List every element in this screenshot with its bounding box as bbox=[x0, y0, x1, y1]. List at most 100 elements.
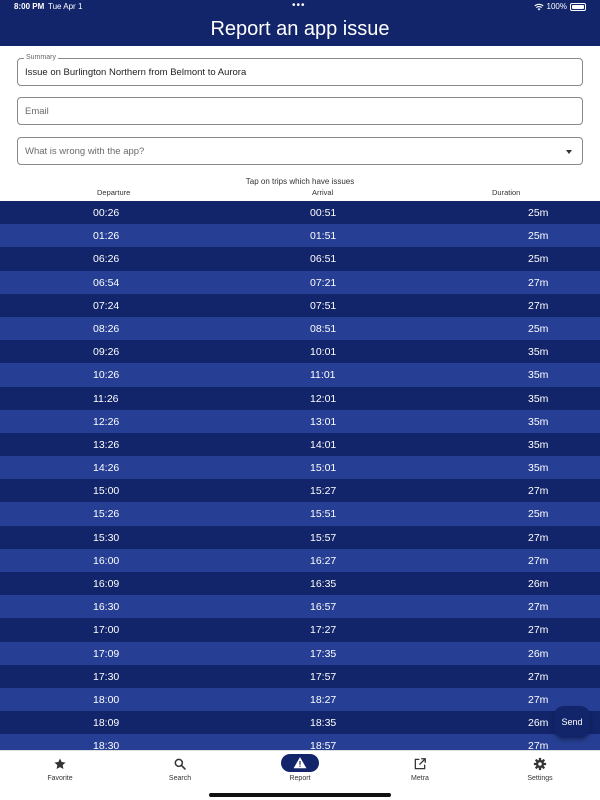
nav-metra-label: Metra bbox=[411, 775, 429, 782]
trip-row[interactable]: 16:09 16:35 26m bbox=[0, 572, 600, 596]
arrival-time: 06:51 bbox=[310, 253, 337, 266]
summary-field[interactable]: Summary Issue on Burlington Northern fro… bbox=[17, 54, 583, 86]
trip-duration: 25m bbox=[528, 508, 549, 521]
gear-icon bbox=[533, 757, 547, 771]
arrival-time: 17:57 bbox=[310, 670, 337, 683]
arrival-time: 15:57 bbox=[310, 531, 337, 544]
summary-value: Issue on Burlington Northern from Belmon… bbox=[25, 67, 247, 78]
trip-duration: 27m bbox=[528, 693, 549, 706]
trip-duration: 27m bbox=[528, 299, 549, 312]
arrival-time: 14:01 bbox=[310, 438, 337, 451]
nav-report-active-indicator bbox=[281, 754, 319, 772]
dropdown-arrow-icon bbox=[566, 150, 572, 154]
departure-time: 16:09 bbox=[93, 578, 120, 590]
arrival-time: 18:35 bbox=[310, 717, 337, 730]
trip-row[interactable]: 17:00 17:27 27m bbox=[0, 618, 600, 642]
departure-time: 08:26 bbox=[93, 322, 120, 335]
trip-row[interactable]: 07:24 07:51 27m bbox=[0, 293, 600, 317]
summary-label: Summary bbox=[24, 54, 58, 61]
trip-row[interactable]: 00:26 00:51 25m bbox=[0, 201, 600, 225]
issue-type-select[interactable]: What is wrong with the app? bbox=[17, 137, 583, 165]
trip-duration: 35m bbox=[528, 438, 549, 451]
trip-row[interactable]: 18:09 18:35 26m bbox=[0, 711, 600, 735]
trip-row[interactable]: 10:26 11:01 35m bbox=[0, 363, 600, 387]
duration-column-header: Duration bbox=[492, 188, 521, 197]
warning-icon bbox=[293, 757, 307, 769]
trip-row[interactable]: 15:00 15:27 27m bbox=[0, 479, 600, 503]
trip-duration: 27m bbox=[528, 531, 549, 544]
trip-row[interactable]: 17:09 17:35 26m bbox=[0, 641, 600, 665]
trip-row[interactable]: 09:26 10:01 35m bbox=[0, 340, 600, 364]
trip-duration: 35m bbox=[528, 462, 549, 475]
arrival-time: 12:01 bbox=[310, 392, 337, 405]
status-date: Tue Apr 1 bbox=[48, 2, 83, 11]
star-icon bbox=[53, 757, 67, 771]
trip-row[interactable]: 15:30 15:57 27m bbox=[0, 525, 600, 549]
multitasking-dots[interactable]: ••• bbox=[292, 0, 306, 11]
departure-time: 18:30 bbox=[93, 740, 120, 750]
page-title: Report an app issue bbox=[210, 18, 390, 40]
trip-duration: 35m bbox=[528, 346, 549, 359]
trips-hint: Tap on trips which have issues bbox=[245, 177, 355, 186]
app-header: 8:00 PM Tue Apr 1 ••• 100% Report an app… bbox=[0, 0, 600, 46]
nav-favorite[interactable]: Favorite bbox=[0, 751, 120, 800]
trip-row[interactable]: 01:26 01:51 25m bbox=[0, 224, 600, 248]
home-indicator bbox=[209, 793, 391, 797]
trip-duration: 27m bbox=[528, 276, 549, 289]
departure-time: 00:26 bbox=[93, 207, 120, 219]
trips-column-headers: Departure Arrival Duration bbox=[0, 188, 600, 200]
departure-time: 07:24 bbox=[93, 299, 120, 312]
departure-time: 14:26 bbox=[93, 462, 120, 475]
status-indicators: 100% bbox=[533, 2, 586, 11]
trip-row[interactable]: 06:54 07:21 27m bbox=[0, 270, 600, 294]
trip-duration: 27m bbox=[528, 554, 549, 567]
trip-row[interactable]: 14:26 15:01 35m bbox=[0, 456, 600, 480]
arrival-time: 18:27 bbox=[310, 693, 337, 706]
trip-row[interactable]: 06:26 06:51 25m bbox=[0, 247, 600, 271]
nav-search-label: Search bbox=[168, 775, 192, 782]
departure-time: 15:26 bbox=[93, 508, 120, 521]
arrival-time: 16:35 bbox=[310, 578, 337, 590]
trips-list[interactable]: 00:26 00:51 25m 01:26 01:51 25m 06:26 06:51 25m 0… bbox=[0, 201, 600, 750]
arrival-time: 08:51 bbox=[310, 322, 337, 335]
send-button[interactable]: Send bbox=[554, 706, 590, 738]
trip-row[interactable]: 15:26 15:51 25m bbox=[0, 502, 600, 526]
arrival-time: 16:57 bbox=[310, 601, 337, 614]
trip-row[interactable]: 16:30 16:57 27m bbox=[0, 595, 600, 619]
email-field[interactable]: Email bbox=[17, 97, 583, 125]
departure-column-header: Departure bbox=[97, 188, 131, 197]
trip-row[interactable]: 18:30 18:57 27m bbox=[0, 734, 600, 750]
trip-row[interactable]: 11:26 12:01 35m bbox=[0, 386, 600, 410]
arrival-time: 15:27 bbox=[310, 485, 337, 498]
email-placeholder: Email bbox=[25, 106, 49, 117]
arrival-time: 13:01 bbox=[310, 415, 337, 428]
trip-duration: 35m bbox=[528, 369, 549, 382]
arrival-time: 16:27 bbox=[310, 554, 337, 567]
trip-row[interactable]: 17:30 17:57 27m bbox=[0, 664, 600, 688]
departure-time: 06:54 bbox=[93, 276, 120, 289]
trip-duration: 25m bbox=[528, 207, 549, 219]
departure-time: 12:26 bbox=[93, 415, 120, 428]
departure-time: 16:30 bbox=[93, 601, 120, 614]
battery-percent: 100% bbox=[546, 2, 567, 11]
departure-time: 11:26 bbox=[93, 392, 119, 405]
departure-time: 10:26 bbox=[93, 369, 120, 382]
status-bar: 8:00 PM Tue Apr 1 ••• 100% bbox=[0, 0, 600, 14]
trip-row[interactable]: 08:26 08:51 25m bbox=[0, 316, 600, 341]
arrival-time: 17:35 bbox=[310, 647, 337, 660]
departure-time: 18:09 bbox=[93, 717, 120, 730]
trip-row[interactable]: 16:00 16:27 27m bbox=[0, 548, 600, 572]
departure-time: 17:09 bbox=[93, 647, 120, 660]
trip-duration: 26m bbox=[528, 647, 549, 660]
trip-duration: 25m bbox=[528, 322, 549, 335]
nav-settings[interactable]: Settings bbox=[480, 751, 600, 800]
trip-row[interactable]: 13:26 14:01 35m bbox=[0, 432, 600, 457]
trip-duration: 27m bbox=[528, 624, 549, 637]
status-time: 8:00 PM bbox=[14, 2, 45, 11]
trip-duration: 26m bbox=[528, 717, 549, 730]
trip-duration: 25m bbox=[528, 230, 549, 243]
trip-row[interactable]: 18:00 18:27 27m bbox=[0, 687, 600, 712]
trip-row[interactable]: 12:26 13:01 35m bbox=[0, 409, 600, 433]
trip-duration: 35m bbox=[528, 415, 549, 428]
nav-favorite-label: Favorite bbox=[47, 775, 73, 782]
